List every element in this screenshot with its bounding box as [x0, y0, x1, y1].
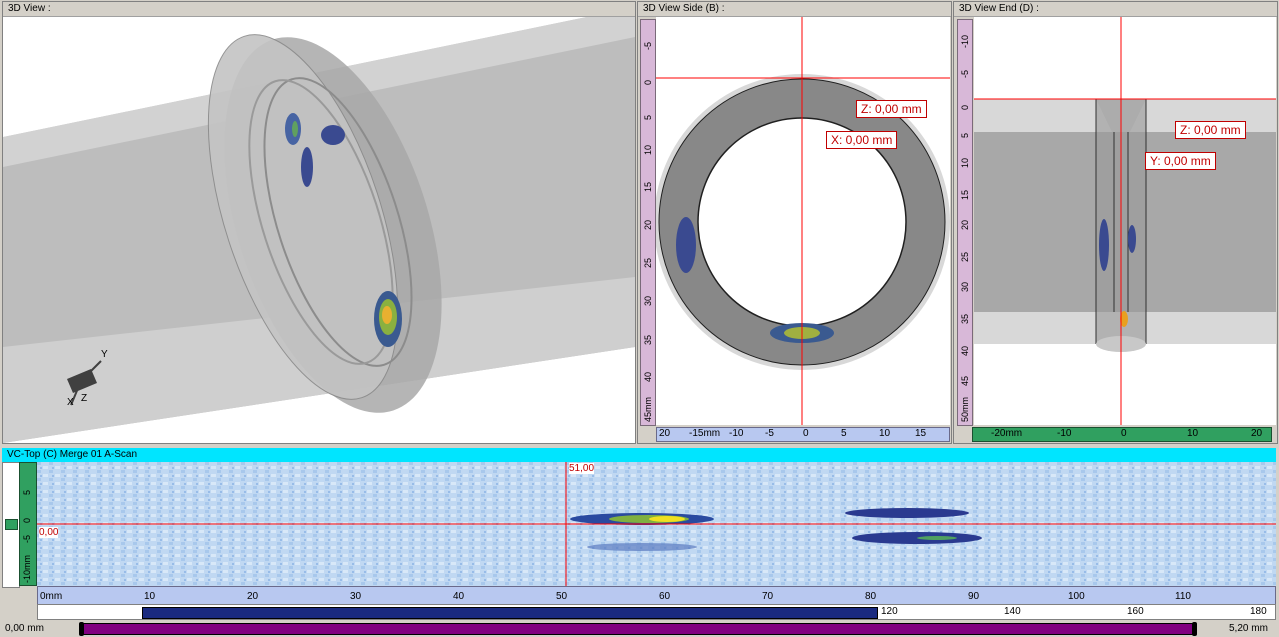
- pane-3d-view-end: 3D View End (D) : -10 -5 0 5 10 15 20 25…: [953, 1, 1278, 444]
- cscan-viewport[interactable]: 51,00 0,00: [37, 462, 1276, 586]
- cscan-title-bar: VC-Top (C) Merge 01 A-Scan: [2, 448, 1276, 462]
- indication-blob-lower: [374, 291, 402, 347]
- end-vertical-ruler[interactable]: -10 -5 0 5 10 15 20 25 30 35 40 45 50mm: [957, 19, 973, 426]
- overview-strip[interactable]: 120 140 160 180: [37, 604, 1276, 620]
- cscan-indication-right-1: [845, 508, 969, 518]
- pane-title-3d-view: 3D View :: [3, 2, 635, 17]
- cscan-tool-strip: [2, 462, 20, 588]
- side-vertical-ruler[interactable]: -5 0 5 10 15 20 25 30 35 40 45mm: [640, 19, 656, 426]
- pane-3d-view: 3D View : Y X Z: [2, 1, 636, 444]
- cscan-horizontal-ruler[interactable]: 0mm 10 20 30 40 50 60 70 80 90 100 110: [37, 586, 1276, 605]
- cscan-indication-right-2: [852, 532, 982, 544]
- range-scrollbar[interactable]: [79, 622, 1197, 636]
- status-left-value: 0,00 mm: [5, 623, 44, 634]
- indication-blob-upper-3: [301, 147, 313, 187]
- cscan-indication-main: [570, 513, 714, 525]
- side-horizontal-ruler[interactable]: 20 -15mm -10 -5 0 5 10 15: [656, 427, 950, 442]
- cscan-cursor-y-label: 0,00: [39, 527, 59, 538]
- viewport-3d[interactable]: Y X Z: [3, 17, 635, 443]
- range-handle-right[interactable]: [1192, 622, 1197, 636]
- pane-title-end: 3D View End (D) :: [954, 2, 1277, 17]
- status-right-value: 5,20 mm: [1229, 623, 1268, 634]
- side-coord-z: Z: 0,00 mm: [856, 100, 927, 118]
- side-coord-x: X: 0,00 mm: [826, 131, 898, 149]
- side-viewport[interactable]: Z: 0,00 mm X: 0,00 mm: [656, 17, 950, 425]
- cscan-tool-icon[interactable]: [5, 519, 18, 530]
- status-bar: 0,00 mm 5,20 mm: [0, 620, 1279, 637]
- overview-range[interactable]: [142, 607, 878, 619]
- axis-y-label: Y: [101, 349, 108, 360]
- axis-x-label: X: [67, 397, 74, 408]
- end-coord-z: Z: 0,00 mm: [1175, 121, 1246, 139]
- end-indication-left: [1099, 219, 1109, 271]
- end-horizontal-ruler[interactable]: -20mm -10 0 10 20: [972, 427, 1272, 442]
- side-indication-left: [676, 217, 696, 273]
- pane-3d-view-side: 3D View Side (B) : -5 0 5 10 15 20 25 30…: [637, 1, 952, 444]
- indication-blob-upper-2: [321, 125, 345, 145]
- cscan-vertical-ruler[interactable]: -10mm -5 0 5: [19, 462, 37, 586]
- end-coord-y: Y: 0,00 mm: [1145, 152, 1216, 170]
- end-viewport[interactable]: Z: 0,00 mm Y: 0,00 mm: [974, 17, 1276, 425]
- range-handle-left[interactable]: [79, 622, 84, 636]
- axis-triad: Y X Z: [61, 349, 111, 409]
- end-indication-right: [1128, 225, 1136, 253]
- indication-blob-upper-1: [285, 113, 301, 145]
- axis-z-label: Z: [81, 393, 88, 404]
- pane-title-side: 3D View Side (B) :: [638, 2, 951, 17]
- cscan-cursor-x-label: 51,00: [569, 463, 595, 474]
